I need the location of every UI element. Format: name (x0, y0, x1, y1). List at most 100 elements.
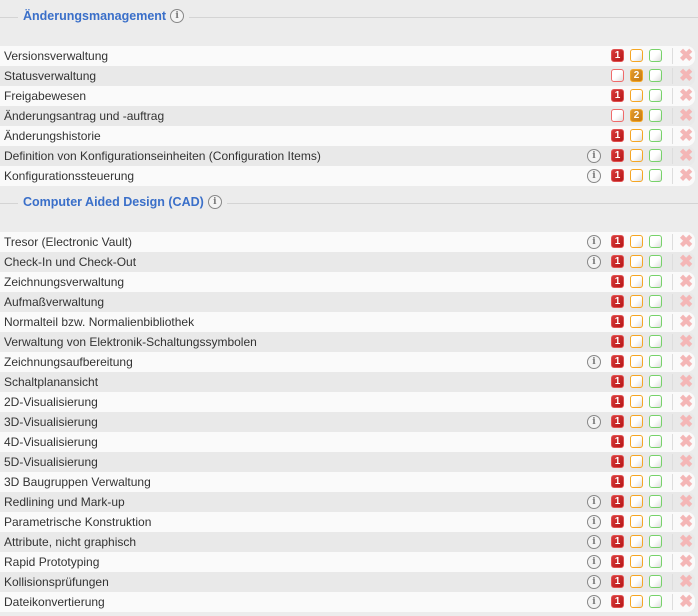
rating-box-2[interactable] (630, 575, 643, 588)
rating-box-1[interactable]: 1 (611, 235, 624, 248)
rating-box-1[interactable]: 1 (611, 129, 624, 142)
info-icon[interactable]: i (587, 575, 601, 589)
rating-box-1[interactable]: 1 (611, 89, 624, 102)
delete-icon[interactable]: ✖ (679, 392, 693, 412)
delete-icon[interactable]: ✖ (679, 166, 693, 186)
delete-icon[interactable]: ✖ (679, 232, 693, 252)
rating-box-3[interactable] (649, 129, 662, 142)
info-icon[interactable]: i (170, 9, 185, 23)
delete-icon[interactable]: ✖ (679, 332, 693, 352)
info-icon[interactable]: i (587, 355, 601, 369)
rating-box-3[interactable] (649, 415, 662, 428)
delete-icon[interactable]: ✖ (679, 146, 693, 166)
rating-box-1[interactable]: 1 (611, 415, 624, 428)
rating-box-2[interactable] (630, 89, 643, 102)
rating-box-1[interactable]: 1 (611, 455, 624, 468)
rating-box-3[interactable] (649, 235, 662, 248)
delete-icon[interactable]: ✖ (679, 86, 693, 106)
rating-box-1[interactable]: 1 (611, 169, 624, 182)
rating-box-1[interactable]: 1 (611, 149, 624, 162)
delete-icon[interactable]: ✖ (679, 532, 693, 552)
info-icon[interactable]: i (587, 169, 601, 183)
rating-box-2[interactable] (630, 149, 643, 162)
rating-box-2[interactable] (630, 335, 643, 348)
rating-box-2[interactable] (630, 595, 643, 608)
info-icon[interactable]: i (587, 555, 601, 569)
rating-box-3[interactable] (649, 295, 662, 308)
delete-icon[interactable]: ✖ (679, 592, 693, 612)
rating-box-3[interactable] (649, 355, 662, 368)
rating-box-1[interactable]: 1 (611, 315, 624, 328)
rating-box-1[interactable]: 1 (611, 395, 624, 408)
rating-box-3[interactable] (649, 109, 662, 122)
rating-box-1[interactable]: 1 (611, 475, 624, 488)
rating-box-2[interactable] (630, 275, 643, 288)
rating-box-1[interactable]: 1 (611, 355, 624, 368)
rating-box-2[interactable] (630, 515, 643, 528)
info-icon[interactable]: i (587, 235, 601, 249)
delete-icon[interactable]: ✖ (679, 472, 693, 492)
delete-icon[interactable]: ✖ (679, 126, 693, 146)
delete-icon[interactable]: ✖ (679, 272, 693, 292)
rating-box-3[interactable] (649, 495, 662, 508)
info-icon[interactable]: i (587, 595, 601, 609)
rating-box-3[interactable] (649, 315, 662, 328)
info-icon[interactable]: i (587, 415, 601, 429)
rating-box-2[interactable] (630, 395, 643, 408)
rating-box-3[interactable] (649, 49, 662, 62)
rating-box-2[interactable] (630, 49, 643, 62)
info-icon[interactable]: i (587, 149, 601, 163)
rating-box-3[interactable] (649, 255, 662, 268)
delete-icon[interactable]: ✖ (679, 46, 693, 66)
rating-box-1[interactable]: 1 (611, 435, 624, 448)
delete-icon[interactable]: ✖ (679, 412, 693, 432)
rating-box-3[interactable] (649, 275, 662, 288)
rating-box-1[interactable]: 1 (611, 255, 624, 268)
rating-box-3[interactable] (649, 395, 662, 408)
rating-box-2[interactable] (630, 355, 643, 368)
rating-box-1[interactable]: 1 (611, 295, 624, 308)
info-icon[interactable]: i (587, 515, 601, 529)
info-icon[interactable]: i (587, 255, 601, 269)
rating-box-1[interactable]: 1 (611, 515, 624, 528)
rating-box-1[interactable]: 1 (611, 275, 624, 288)
rating-box-2[interactable] (630, 315, 643, 328)
delete-icon[interactable]: ✖ (679, 572, 693, 592)
info-icon[interactable]: i (587, 535, 601, 549)
delete-icon[interactable]: ✖ (679, 312, 693, 332)
rating-box-2[interactable] (630, 435, 643, 448)
rating-box-1[interactable]: 1 (611, 535, 624, 548)
rating-box-3[interactable] (649, 149, 662, 162)
rating-box-2[interactable]: 2 (630, 69, 643, 82)
delete-icon[interactable]: ✖ (679, 492, 693, 512)
rating-box-2[interactable] (630, 375, 643, 388)
info-icon[interactable]: i (207, 195, 222, 209)
rating-box-2[interactable] (630, 129, 643, 142)
rating-box-2[interactable] (630, 415, 643, 428)
delete-icon[interactable]: ✖ (679, 352, 693, 372)
delete-icon[interactable]: ✖ (679, 452, 693, 472)
rating-box-2[interactable] (630, 235, 643, 248)
rating-box-3[interactable] (649, 475, 662, 488)
rating-box-3[interactable] (649, 169, 662, 182)
rating-box-3[interactable] (649, 455, 662, 468)
rating-box-1[interactable]: 1 (611, 335, 624, 348)
delete-icon[interactable]: ✖ (679, 106, 693, 126)
rating-box-2[interactable] (630, 535, 643, 548)
rating-box-3[interactable] (649, 375, 662, 388)
delete-icon[interactable]: ✖ (679, 372, 693, 392)
rating-box-2[interactable] (630, 475, 643, 488)
rating-box-2[interactable]: 2 (630, 109, 643, 122)
rating-box-1[interactable] (611, 109, 624, 122)
info-icon[interactable]: i (587, 495, 601, 509)
rating-box-2[interactable] (630, 555, 643, 568)
rating-box-3[interactable] (649, 575, 662, 588)
rating-box-1[interactable] (611, 69, 624, 82)
rating-box-3[interactable] (649, 595, 662, 608)
delete-icon[interactable]: ✖ (679, 552, 693, 572)
rating-box-1[interactable]: 1 (611, 555, 624, 568)
rating-box-1[interactable]: 1 (611, 595, 624, 608)
delete-icon[interactable]: ✖ (679, 512, 693, 532)
rating-box-2[interactable] (630, 495, 643, 508)
delete-icon[interactable]: ✖ (679, 252, 693, 272)
